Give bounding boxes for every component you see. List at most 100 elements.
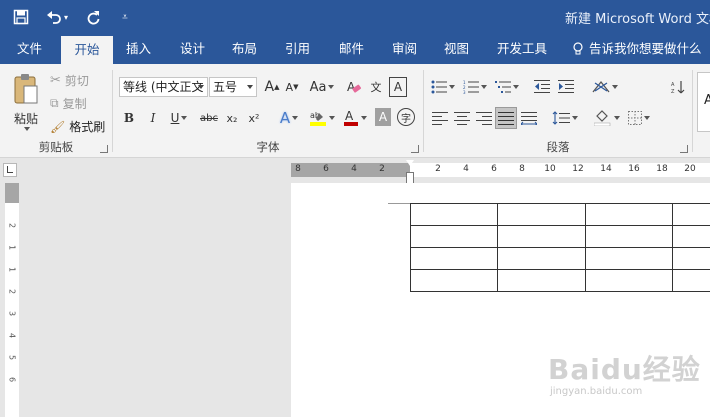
bullets-button[interactable]: [430, 77, 456, 97]
table-cell[interactable]: [496, 247, 586, 270]
font-dialog-launcher[interactable]: [411, 145, 419, 153]
table-cell[interactable]: [496, 225, 586, 248]
quick-access-toolbar: ▾ ⩡: [10, 6, 136, 28]
enclose-characters-button[interactable]: 字: [397, 108, 415, 126]
customize-qat-button[interactable]: ⩡: [114, 6, 136, 28]
underline-label: U: [170, 111, 180, 125]
phonetic-guide-icon: 文: [370, 81, 382, 94]
clipboard-dialog-launcher[interactable]: [100, 145, 108, 153]
cut-label: 剪切: [64, 74, 89, 88]
character-shading-icon: A: [378, 110, 388, 124]
table-cell[interactable]: [410, 203, 498, 226]
font-name-combo[interactable]: 等线 (中文正文: [119, 77, 208, 97]
underline-button[interactable]: U: [165, 107, 193, 129]
document-table[interactable]: [410, 203, 710, 292]
copy-button[interactable]: ⧉ 复制: [50, 95, 87, 112]
highlight-color-button[interactable]: ab: [307, 107, 337, 129]
tab-home[interactable]: 开始: [61, 36, 113, 64]
tab-selector[interactable]: [3, 163, 17, 177]
font-size-combo[interactable]: 五号: [209, 77, 257, 97]
shrink-font-button[interactable]: A ▼: [283, 77, 301, 97]
ruler-number: 2: [379, 164, 385, 174]
table-cell[interactable]: [584, 269, 673, 292]
paint-bucket-icon: [594, 110, 611, 126]
tab-design[interactable]: 设计: [172, 34, 213, 64]
tab-file[interactable]: 文件: [9, 34, 50, 64]
text-effects-button[interactable]: A: [275, 107, 303, 129]
first-line-indent-marker[interactable]: [406, 160, 414, 166]
paste-button[interactable]: 粘贴: [8, 70, 44, 132]
table-cell[interactable]: [410, 225, 498, 248]
grow-font-button[interactable]: A ▲: [263, 77, 281, 97]
chevron-down-icon: [24, 126, 30, 131]
brush-icon: 🖌: [50, 119, 66, 134]
phonetic-guide-button[interactable]: 文: [367, 77, 385, 97]
table-cell[interactable]: [410, 247, 498, 270]
align-center-button[interactable]: [452, 108, 472, 128]
tab-review[interactable]: 审阅: [384, 34, 425, 64]
shading-button[interactable]: [592, 108, 622, 128]
table-cell[interactable]: [496, 269, 586, 292]
tell-me-box[interactable]: 告诉我你想要做什么: [572, 34, 702, 64]
ruler-number: 2: [7, 222, 17, 229]
tab-references[interactable]: 引用: [277, 34, 318, 64]
tab-layout[interactable]: 布局: [224, 34, 265, 64]
shrink-font-icon: A: [285, 80, 294, 94]
cut-button[interactable]: ✂ 剪切: [50, 72, 89, 89]
table-cell[interactable]: [671, 247, 710, 270]
paragraph-group: 123 AZ 段落: [424, 64, 692, 158]
bullets-icon: [431, 80, 447, 94]
tab-view[interactable]: 视图: [436, 34, 477, 64]
table-row: [410, 203, 710, 226]
align-right-button[interactable]: [474, 108, 494, 128]
subscript-button[interactable]: x₂: [223, 107, 241, 129]
table-cell[interactable]: [584, 203, 673, 226]
format-painter-button[interactable]: 🖌 格式刷: [50, 118, 105, 135]
save-button[interactable]: [10, 6, 32, 28]
scissors-icon: ✂: [50, 73, 61, 88]
table-cell[interactable]: [584, 247, 673, 270]
clear-formatting-button[interactable]: A: [345, 77, 363, 97]
borders-button[interactable]: [624, 108, 654, 128]
line-spacing-button[interactable]: [550, 108, 580, 128]
styles-gallery[interactable]: A: [697, 72, 710, 132]
table-cell[interactable]: [410, 269, 498, 292]
character-shading-button[interactable]: A: [375, 108, 391, 126]
decrease-indent-button[interactable]: [532, 77, 552, 97]
bold-button[interactable]: B: [119, 107, 139, 129]
table-row: [410, 269, 710, 292]
superscript-button[interactable]: x²: [245, 107, 263, 129]
table-cell[interactable]: [671, 203, 710, 226]
increase-indent-icon: [558, 80, 574, 93]
chevron-down-icon: [247, 85, 253, 89]
undo-button[interactable]: ▾: [42, 6, 72, 28]
chevron-down-icon: [449, 85, 455, 89]
italic-button[interactable]: I: [143, 107, 163, 129]
table-cell[interactable]: [584, 225, 673, 248]
justify-button[interactable]: [495, 107, 517, 129]
multilevel-list-button[interactable]: [494, 77, 520, 97]
change-case-button[interactable]: Aa: [309, 77, 335, 97]
paragraph-dialog-launcher[interactable]: [680, 145, 688, 153]
vertical-ruler[interactable]: 2 1 1 2 3 4 5 6: [5, 183, 19, 417]
redo-button[interactable]: [82, 6, 104, 28]
increase-indent-button[interactable]: [556, 77, 576, 97]
tab-mailings[interactable]: 邮件: [331, 34, 372, 64]
horizontal-ruler[interactable]: 8 6 4 2 2 4 6 8 10 12 14 16 18 20: [291, 163, 710, 177]
sort-button[interactable]: AZ: [668, 77, 688, 97]
strikethrough-button[interactable]: abc: [197, 107, 221, 129]
ruler-number: 8: [295, 164, 301, 174]
table-cell[interactable]: [671, 225, 710, 248]
table-cell[interactable]: [671, 269, 710, 292]
chinese-layout-button[interactable]: [590, 77, 620, 97]
table-cell[interactable]: [496, 203, 586, 226]
font-color-button[interactable]: A: [341, 107, 369, 129]
character-border-button[interactable]: A: [389, 77, 407, 97]
numbering-button[interactable]: 123: [462, 77, 488, 97]
ribbon-tabs: 文件 开始 插入 设计 布局 引用 邮件 审阅 视图 开发工具 告诉我你想要做什…: [0, 34, 710, 64]
distributed-button[interactable]: [519, 108, 539, 128]
align-left-button[interactable]: [430, 108, 450, 128]
tab-developer[interactable]: 开发工具: [489, 34, 555, 64]
tab-insert[interactable]: 插入: [118, 34, 159, 64]
highlighter-icon: ab: [310, 111, 326, 126]
